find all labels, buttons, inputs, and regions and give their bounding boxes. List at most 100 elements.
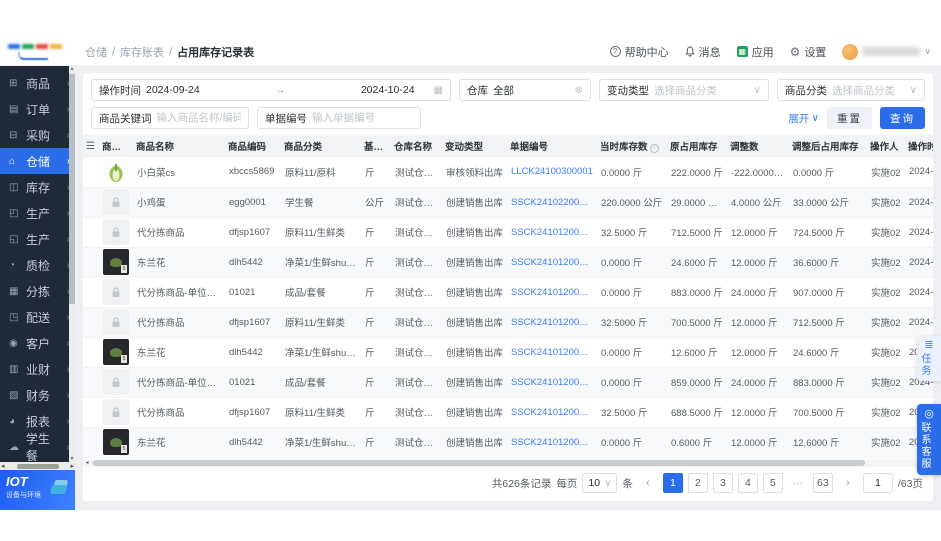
expand-filters-link[interactable]: 展开 ∨ <box>788 111 819 126</box>
sidebar-item-purchase[interactable]: ⊟采购› <box>0 122 75 148</box>
table-row[interactable]: 代分拣商品-单位换算 01021 成品/套餐 斤 测试仓库5 创建销售出库 SSCK2410… <box>83 277 933 307</box>
filter-row-2: 商品关键词 单据编号 展开 ∨ 重置 查询 <box>91 107 925 129</box>
category-select[interactable]: 商品分类 选择商品分类 ∨ <box>777 79 925 101</box>
change-type-select[interactable]: 变动类型 选择商品分类 ∨ <box>599 79 769 101</box>
page-button-63[interactable]: 63 <box>812 473 833 493</box>
cell-doc_no[interactable]: SSCK24101200002 <box>507 397 597 427</box>
keyword-input[interactable] <box>156 112 241 124</box>
cell-doc_no[interactable]: SSCK24101200002 <box>507 337 597 367</box>
sidebar-item-finance[interactable]: ▧财务› <box>0 382 75 408</box>
per-page-unit: 条 <box>622 477 633 490</box>
breadcrumb-item-warehouse[interactable]: 仓储 <box>85 44 107 60</box>
cell-warehouse: 测试仓库5 <box>395 348 439 359</box>
page-button-5[interactable]: 5 <box>762 473 783 493</box>
iot-banner[interactable]: IOT 设备与环境 <box>0 470 75 510</box>
sidebar-item-warehouse[interactable]: ⌂仓储› <box>0 148 75 174</box>
sidebar-item-customers[interactable]: ◉客户› <box>0 330 75 356</box>
cell-warehouse: 测试仓库5 <box>395 167 439 179</box>
search-button[interactable]: 查询 <box>880 107 925 129</box>
column-settings-icon[interactable]: ☰ <box>86 141 95 152</box>
table-row[interactable]: 小鸡蛋 egg0001 学生餐 公斤 测试仓库5 创建销售出库 SSCK2410220000… <box>83 187 933 217</box>
help-center-link[interactable]: ? 帮助中心 <box>609 44 669 60</box>
cell-warehouse: 测试仓库5 <box>395 318 439 329</box>
user-menu[interactable]: ∨ <box>842 43 931 60</box>
date-start-value[interactable]: 2024-09-24 <box>146 84 200 96</box>
scroll-left-icon[interactable]: ◂ <box>83 459 91 467</box>
sidebar-item-production-2[interactable]: ◱生产› <box>0 226 75 252</box>
cell-op_time: 2024-10-1 <box>909 316 933 328</box>
sidebar-item-production-1[interactable]: ◰生产› <box>0 200 75 226</box>
cell-orig_occupied: 859.0000 斤 <box>671 378 723 389</box>
table-row[interactable]: 代分拣商品 dfjsp1607 原料11/生鲜类 斤 测试仓库5 创建销售出库 SSCK24… <box>83 307 933 337</box>
date-range-picker[interactable]: 操作时间 2024-09-24 → 2024-10-24 ▦ <box>91 79 451 101</box>
sidebar-horizontal-scrollbar[interactable]: ◂ ▸ <box>0 462 75 470</box>
page-button-4[interactable]: 4 <box>737 473 758 493</box>
table-row[interactable]: 5 东兰花 dlh5442 净菜1/生鲜shu菜类.. 斤 测试仓库5 创建销售出库SSCK… <box>83 337 933 367</box>
prev-page-button[interactable]: ‹ <box>638 473 658 493</box>
breadcrumb-item-ledger[interactable]: 库存账表 <box>120 44 164 60</box>
cell-unit: 斤 <box>365 318 375 329</box>
cell-doc_no[interactable]: SSCK24101200003 <box>507 277 597 307</box>
table-row[interactable]: 5 东兰花 dlh5442 净菜1/生鲜shu菜类.. 斤 测试仓库5 创建销售出库SSCK… <box>83 427 933 457</box>
scroll-left-icon[interactable]: ◂ <box>1 462 5 470</box>
warehouse-icon: ⌂ <box>9 155 16 167</box>
contact-support-widget[interactable]: ◎ 联系客服 <box>917 404 941 475</box>
per-page-select[interactable]: 10 ∨ <box>582 473 618 493</box>
cell-doc_no[interactable]: SSCK24101200002 <box>507 367 597 397</box>
keyword-field[interactable]: 商品关键词 <box>91 107 249 129</box>
breadcrumb-item-current: 占用库存记录表 <box>177 46 255 59</box>
sidebar-item-business-finance[interactable]: ▥业财› <box>0 356 75 382</box>
table-row[interactable]: 代分拣商品-单位换算 01021 成品/套餐 斤 测试仓库5 创建销售出库 SSCK2410… <box>83 367 933 397</box>
page-jump-input[interactable] <box>862 473 893 493</box>
doc-number-input[interactable] <box>312 112 413 124</box>
table-horizontal-scrollbar[interactable]: ◂ <box>83 459 933 467</box>
sidebar-item-inventory[interactable]: ◫库存› <box>0 174 75 200</box>
sidebar-item-delivery[interactable]: ◳配送› <box>0 304 75 330</box>
cell-unit: 斤 <box>365 228 375 239</box>
page-button-1[interactable]: 1 <box>662 473 683 493</box>
next-page-button[interactable]: › <box>838 473 858 493</box>
doc-number-field[interactable]: 单据编号 <box>257 107 421 129</box>
cell-doc_no[interactable]: SSCK24101200001 <box>507 427 597 457</box>
cell-category: 成品/套餐 <box>285 288 326 299</box>
scrollbar-thumb[interactable] <box>16 463 59 469</box>
table-row[interactable]: 5 东兰花 dlh5442 净菜1/生鲜shu菜类.. 斤 测试仓库5 创建销售出库SSCK… <box>83 247 933 277</box>
cell-code: 01021 <box>229 286 256 298</box>
sidebar-item-products[interactable]: ⊞商品› <box>0 70 75 96</box>
warehouse-select[interactable]: 仓库 全部 ⊗ <box>459 79 591 101</box>
table-row[interactable]: 代分拣商品 dfjsp1607 原料11/生鲜类 斤 测试仓库5 创建销售出库 SSCK24… <box>83 217 933 247</box>
sidebar-item-student-meal[interactable]: ☁学生餐› <box>0 432 75 462</box>
table-header-row: ☰ 商品图片商品名称 商品编码 商品分类 基本单位仓库名称 变动类型 单据编号 当时库存数i原… <box>83 135 933 157</box>
reset-button[interactable]: 重置 <box>827 107 872 129</box>
sidebar-item-quality-check[interactable]: ◔质检› <box>0 252 75 278</box>
cell-doc_no[interactable]: LLCK24100300001 <box>507 157 597 187</box>
cell-sort <box>83 397 99 427</box>
date-end-value[interactable]: 2024-10-24 <box>361 84 415 96</box>
cell-after_occupied: 36.6000 斤 <box>793 258 840 269</box>
cell-doc_no[interactable]: SSCK24102200001 <box>507 187 597 217</box>
column-header-operator: 操作人 <box>870 142 899 153</box>
cell-code: dfjsp1607 <box>229 406 271 418</box>
content-card: 操作时间 2024-09-24 → 2024-10-24 ▦ 仓库 全部 ⊗ 变… <box>83 73 933 501</box>
page-button-3[interactable]: 3 <box>712 473 733 493</box>
clear-icon[interactable]: ⊗ <box>575 85 583 96</box>
table-row[interactable]: 小白菜cs xbccs5869 原料11/原料 斤 测试仓库5 审核领料出库 LLCK241… <box>83 157 933 187</box>
tasks-widget[interactable]: ≣ 任务 <box>917 336 941 381</box>
scroll-right-icon[interactable]: ▸ <box>70 462 74 470</box>
sidebar-item-sorting[interactable]: ▦分拣› <box>0 278 75 304</box>
cell-adjust: 24.0000 斤 <box>731 288 778 299</box>
cell-doc_no[interactable]: SSCK24101200003 <box>507 247 597 277</box>
settings-link[interactable]: ⚙ 设置 <box>790 44 827 60</box>
cell-change_type: 创建销售出库 <box>446 378 504 389</box>
table-row[interactable]: 代分拣商品 dfjsp1607 原料11/生鲜类 斤 测试仓库5 创建销售出库 SSCK24… <box>83 397 933 427</box>
messages-link[interactable]: 消息 <box>684 44 721 60</box>
page-button-2[interactable]: 2 <box>687 473 708 493</box>
sidebar-item-orders[interactable]: ▤订单› <box>0 96 75 122</box>
cell-orig_occupied: 222.0000 斤 <box>671 167 723 179</box>
cell-doc_no[interactable]: SSCK24101200003 <box>507 307 597 337</box>
cell-doc_no[interactable]: SSCK24101200004 <box>507 217 597 247</box>
scrollbar-thumb[interactable] <box>93 460 865 466</box>
cell-code: dfjsp1607 <box>229 316 271 328</box>
cell-sort <box>83 247 99 277</box>
apps-link[interactable]: ▦ 应用 <box>736 44 774 60</box>
